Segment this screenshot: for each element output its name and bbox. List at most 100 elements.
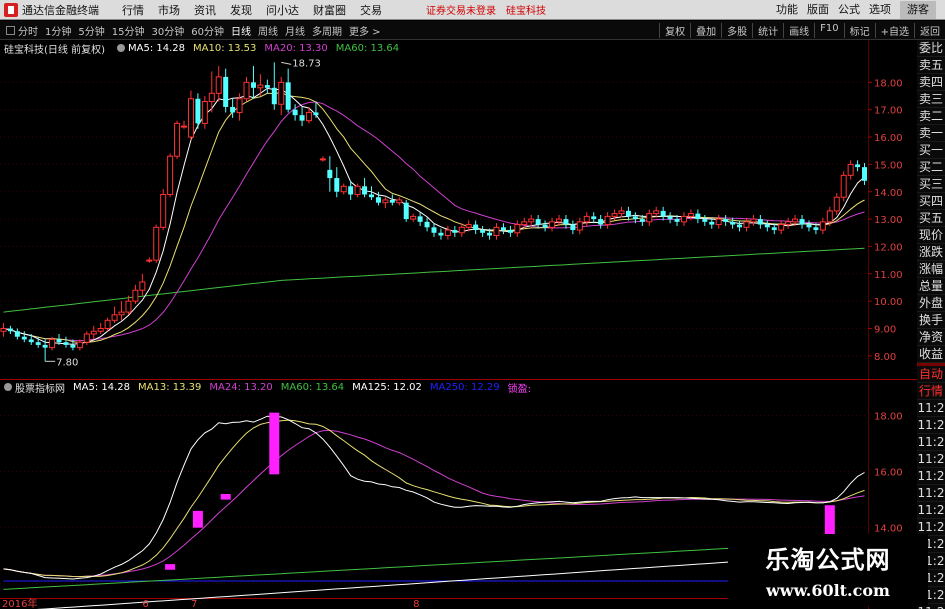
sub-ma125: MA125: 12.02 — [352, 381, 422, 393]
candle-body-up — [778, 224, 785, 231]
tool-f10[interactable]: F10 — [814, 22, 843, 38]
side-tab-bottom-7[interactable]: 11:2 — [917, 485, 945, 502]
guest-button[interactable]: 游客 — [900, 0, 936, 19]
side-tab-top-5[interactable]: 卖一 — [917, 125, 945, 142]
candle-body-down — [452, 230, 458, 233]
menu-item-function[interactable]: 功能 — [776, 1, 798, 19]
side-tab-top-7[interactable]: 买二 — [917, 159, 945, 176]
menu-item-trade[interactable]: 交易 — [360, 2, 382, 18]
settings-dot-icon[interactable] — [116, 44, 125, 52]
side-tab-bottom-2[interactable]: 11:2 — [917, 400, 945, 417]
chart-tools: 复权 叠加 多股 统计 画线 F10 标记 +自选 返回 — [659, 22, 945, 38]
candle-body-up — [160, 193, 167, 228]
side-tab-top-17[interactable]: 净资 — [917, 329, 945, 346]
tool-back[interactable]: 返回 — [914, 22, 945, 38]
toolbar-checkbox[interactable] — [6, 25, 15, 35]
side-tab-top-0[interactable]: 委比 — [917, 40, 945, 57]
candle-body-down — [535, 219, 541, 225]
period-30min[interactable]: 30分钟 — [151, 23, 184, 38]
main-tick-label-3: 11.00 — [874, 270, 903, 281]
lock-profit-bar — [165, 564, 176, 570]
candle-body-down — [507, 230, 513, 233]
candle-body-up — [306, 111, 313, 122]
candle-body-down — [375, 197, 381, 203]
period-intraday[interactable]: 分时 — [18, 23, 38, 38]
side-tab-bottom-4[interactable]: 11:2 — [917, 434, 945, 451]
candle-body-up — [792, 218, 799, 223]
side-tab-top-16[interactable]: 换手 — [917, 312, 945, 329]
candle-body-down — [473, 224, 479, 231]
x-axis-label-2: 7 — [191, 599, 197, 609]
side-tab-top-11[interactable]: 现价 — [917, 227, 945, 244]
menu-item-discover[interactable]: 发现 — [230, 2, 252, 18]
period-monthly[interactable]: 月线 — [285, 23, 305, 38]
tool-draw-line[interactable]: 画线 — [783, 22, 814, 38]
main-tick-label-0: 8.00 — [874, 352, 896, 363]
side-tab-bottom-0[interactable]: 自动 — [917, 366, 945, 383]
menu-item-options[interactable]: 选项 — [869, 1, 891, 19]
menu-item-layout[interactable]: 版面 — [807, 1, 829, 19]
period-1min[interactable]: 1分钟 — [45, 23, 71, 38]
tool-multi-stock[interactable]: 多股 — [721, 22, 752, 38]
period-15min[interactable]: 15分钟 — [112, 23, 145, 38]
price-annotation-1: 7.80 — [56, 357, 78, 368]
tool-overlay[interactable]: 叠加 — [690, 22, 721, 38]
settings-dot-icon[interactable] — [4, 383, 12, 391]
side-tab-top-8[interactable]: 买三 — [917, 176, 945, 193]
candle-body-down — [500, 227, 506, 231]
candle-body-down — [591, 216, 597, 220]
candle-body-up — [125, 300, 132, 313]
tool-add-watchlist[interactable]: +自选 — [874, 22, 914, 38]
side-tab-top-1[interactable]: 卖五 — [917, 57, 945, 74]
tool-statistics[interactable]: 统计 — [752, 22, 783, 38]
period-60min[interactable]: 60分钟 — [191, 23, 224, 38]
side-tab-bottom-6[interactable]: 11:2 — [917, 468, 945, 485]
chart-stock-label: 硅宝科技(日线 前复权) — [4, 44, 105, 56]
side-tab-bottom-5[interactable]: 11:2 — [917, 451, 945, 468]
candle-body-down — [625, 210, 631, 217]
menu-item-quotes[interactable]: 行情 — [122, 2, 144, 18]
side-tab-bottom-3[interactable]: 11:2 — [917, 417, 945, 434]
candle-body-down — [563, 219, 569, 225]
trade-login-status[interactable]: 证券交易未登录 — [426, 2, 496, 17]
period-more[interactable]: 更多 > — [349, 23, 381, 38]
main-tick-label-1: 9.00 — [874, 325, 896, 336]
period-multi[interactable]: 多周期 — [312, 23, 342, 38]
candle-body-down — [424, 221, 430, 228]
side-tab-top-10[interactable]: 买五 — [917, 210, 945, 227]
period-daily[interactable]: 日线 — [231, 23, 251, 38]
side-tab-top-2[interactable]: 卖四 — [917, 74, 945, 91]
side-tab-top-15[interactable]: 外盘 — [917, 295, 945, 312]
menu-item-market[interactable]: 市场 — [158, 2, 180, 18]
candle-body-up — [118, 311, 125, 316]
main-ma5: MA5: 14.28 — [127, 42, 185, 54]
x-axis-label-1: 6 — [142, 599, 148, 609]
main-ma60: MA60: 13.64 — [335, 42, 400, 54]
candle-body-down — [674, 219, 680, 222]
menu-item-wealth[interactable]: 财富圈 — [313, 2, 346, 18]
period-5min[interactable]: 5分钟 — [78, 23, 104, 38]
candle-body-up — [104, 319, 111, 330]
candle-body-up — [49, 338, 56, 349]
side-tab-top-3[interactable]: 卖三 — [917, 91, 945, 108]
candle-body-up — [521, 221, 528, 226]
side-tab-top-6[interactable]: 买一 — [917, 142, 945, 159]
side-tab-top-12[interactable]: 涨跌 — [917, 244, 945, 261]
candle-body-up — [132, 289, 139, 302]
kline-chart[interactable]: 8.00 9.00 10.00 11.00 12.00 13.00 14.00 15.00 16… — [0, 40, 917, 609]
side-tab-top-13[interactable]: 涨幅 — [917, 261, 945, 278]
tool-restore-rights[interactable]: 复权 — [659, 22, 690, 38]
tool-mark[interactable]: 标记 — [843, 22, 875, 38]
menu-item-ask[interactable]: 问小达 — [266, 2, 299, 18]
side-tab-bottom-8[interactable]: 11:2 — [917, 502, 945, 519]
menu-item-formula[interactable]: 公式 — [838, 1, 860, 19]
side-tab-bottom-1[interactable]: 行情 — [917, 383, 945, 400]
candle-body-down — [855, 164, 861, 168]
side-tab-top-4[interactable]: 卖二 — [917, 108, 945, 125]
menu-item-news[interactable]: 资讯 — [194, 2, 216, 18]
side-tab-top-9[interactable]: 买四 — [917, 193, 945, 210]
period-weekly[interactable]: 周线 — [258, 23, 278, 38]
side-tab-top-18[interactable]: 收益 — [917, 346, 945, 363]
side-tab-top-14[interactable]: 总量 — [917, 278, 945, 295]
site-watermark: 乐淘公式网 www.60lt.com — [728, 534, 928, 606]
